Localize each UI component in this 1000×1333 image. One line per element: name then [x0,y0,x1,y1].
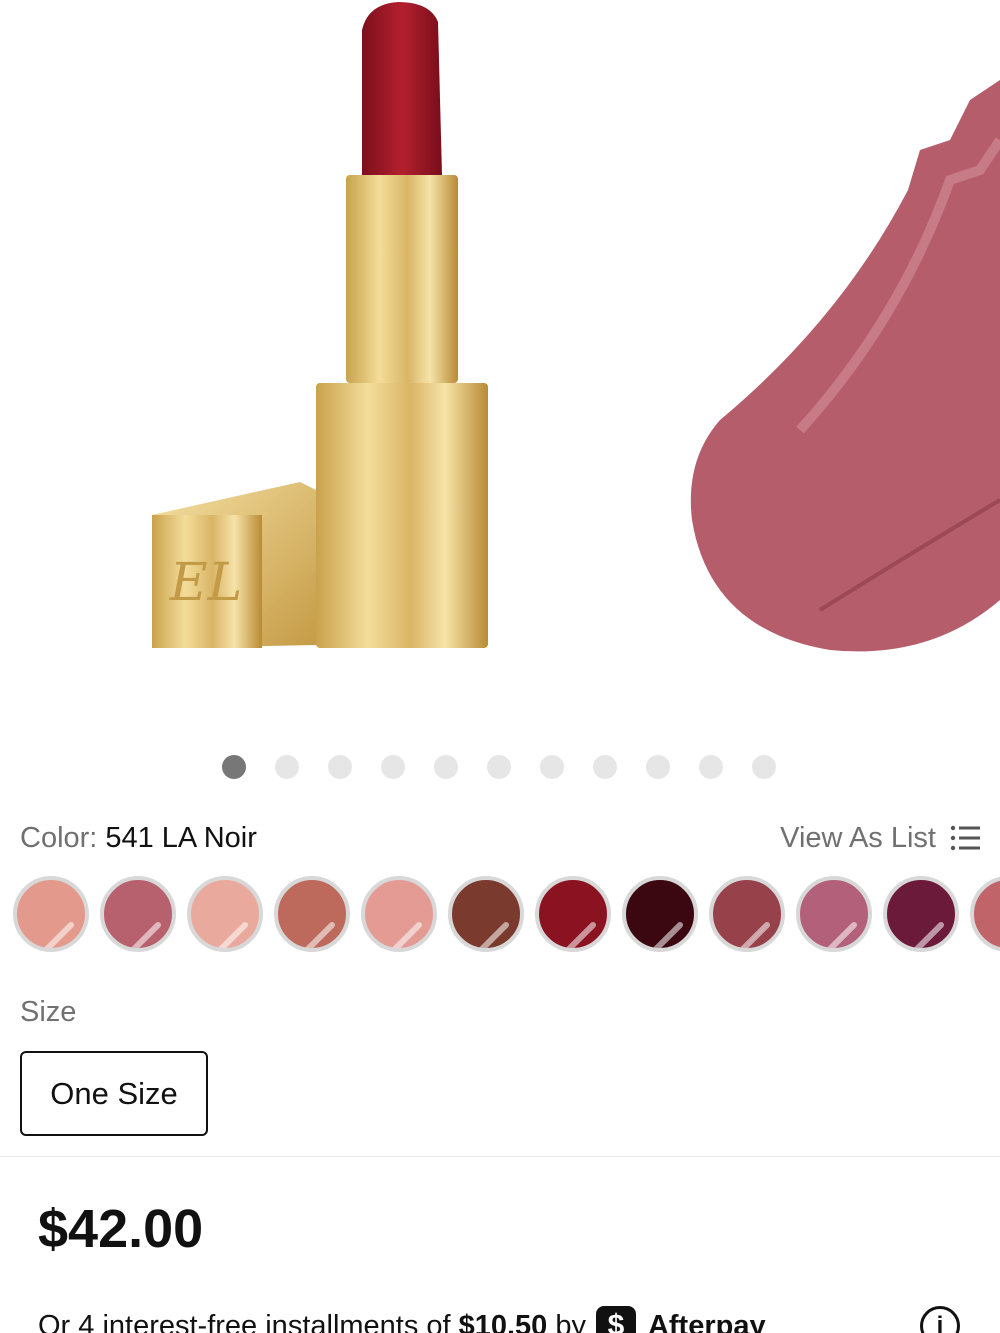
color-swatch[interactable] [448,876,524,952]
color-swatch[interactable] [187,876,263,952]
carousel-dot[interactable] [275,755,299,779]
color-swatch[interactable] [100,876,176,952]
afterpay-name: Afterpay [647,1309,766,1333]
installment-amount: $10.50 [458,1309,548,1333]
carousel-dot[interactable] [646,755,670,779]
swatch-shine [825,920,859,948]
afterpay-logo: $ Afterpay [595,1306,766,1333]
color-value: 541 LA Noir [105,821,257,854]
color-swatch-list [13,876,1000,956]
size-label: Size [20,996,77,1028]
color-swatch[interactable] [274,876,350,952]
installments-prefix: Or 4 interest-free installments of [38,1309,451,1333]
carousel-pagination [222,755,776,779]
color-swatch[interactable] [970,876,1000,952]
afterpay-badge-icon: $ [595,1306,636,1333]
product-price: $42.00 [38,1199,204,1259]
list-icon [950,825,980,851]
color-selection-header: Color: 541 LA Noir View As List [20,820,980,856]
view-as-list-button[interactable]: View As List [780,822,980,855]
color-swatch[interactable] [883,876,959,952]
lipstick-swatch-image [690,80,1000,652]
product-image-gallery[interactable]: EL [0,0,1000,730]
info-icon[interactable]: i [920,1306,960,1333]
carousel-dot[interactable] [699,755,723,779]
color-swatch[interactable] [13,876,89,952]
color-label: Color: [20,821,98,854]
swatch-shine [303,920,337,948]
swatch-shine [216,920,250,948]
color-swatch[interactable] [709,876,785,952]
carousel-dot[interactable] [487,755,511,779]
swatch-shine [651,920,685,948]
size-option-button[interactable]: One Size [20,1051,208,1136]
selected-color: Color: 541 LA Noir [20,822,257,855]
carousel-dot[interactable] [222,755,246,779]
color-swatch[interactable] [535,876,611,952]
view-as-list-label: View As List [780,821,936,854]
carousel-dot[interactable] [328,755,352,779]
carousel-dot[interactable] [593,755,617,779]
svg-text:EL: EL [169,553,243,613]
carousel-dot[interactable] [752,755,776,779]
carousel-dot[interactable] [540,755,564,779]
swatch-shine [477,920,511,948]
color-swatch[interactable] [622,876,698,952]
swatch-shine [912,920,946,948]
swatch-shine [390,920,424,948]
color-swatch[interactable] [796,876,872,952]
lipstick-product-image: EL [152,2,488,648]
afterpay-installments: Or 4 interest-free installments of $10.5… [38,1306,766,1333]
carousel-dot[interactable] [434,755,458,779]
swatch-shine [738,920,772,948]
section-divider [0,1156,1000,1157]
swatch-shine [564,920,598,948]
swatch-shine [42,920,76,948]
color-swatch[interactable] [361,876,437,952]
carousel-dot[interactable] [381,755,405,779]
installments-by: by [555,1309,586,1333]
swatch-shine [129,920,163,948]
